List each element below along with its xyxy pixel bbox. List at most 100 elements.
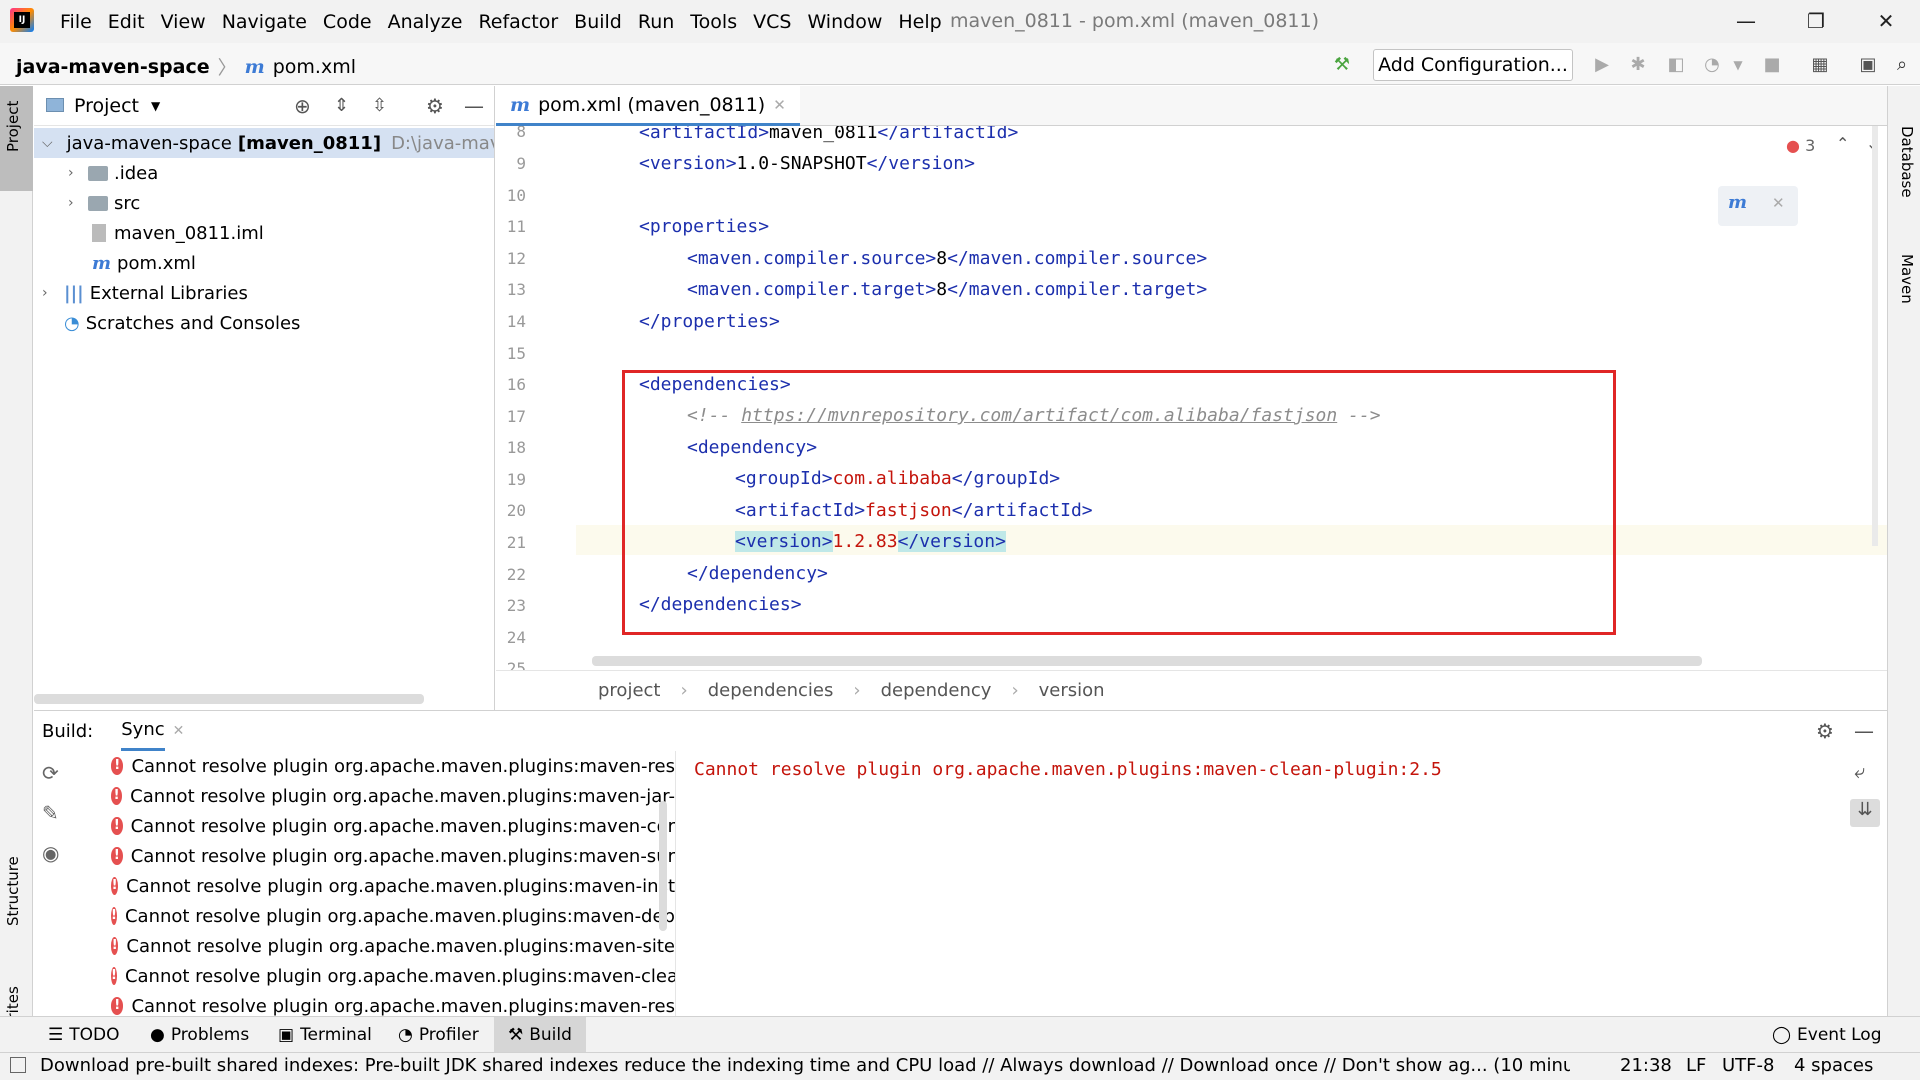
list-item[interactable]: ! Cannot resolve plugin org.apache.maven.…: [76, 991, 675, 1017]
event-log-button[interactable]: ◯ Event Log: [1772, 1017, 1882, 1053]
file-encoding[interactable]: UTF-8: [1722, 1055, 1774, 1076]
eye-icon[interactable]: ◉: [42, 841, 59, 865]
tree-item-external-libraries[interactable]: › ||| External Libraries: [34, 278, 494, 308]
status-message[interactable]: Download pre-built shared indexes: Pre-b…: [40, 1055, 1570, 1076]
build-hammer-icon[interactable]: ⚒: [1330, 53, 1354, 77]
list-scrollbar[interactable]: [659, 801, 667, 931]
menu-refactor[interactable]: Refactor: [470, 11, 566, 33]
tree-item-idea[interactable]: › .idea: [34, 158, 494, 188]
prev-error-icon[interactable]: ⌃: [1836, 134, 1849, 153]
build-error-list[interactable]: ! Cannot resolve plugin org.apache.maven.…: [76, 751, 676, 1017]
chevron-down-icon[interactable]: ⌵: [42, 135, 53, 151]
minimize-button[interactable]: —: [1726, 6, 1766, 36]
sync-icon[interactable]: ⟳: [42, 761, 59, 785]
structure-tool-tab[interactable]: Structure: [4, 856, 22, 926]
menu-tools[interactable]: Tools: [682, 11, 745, 33]
tree-item-iml[interactable]: maven_0811.iml: [34, 218, 494, 248]
list-item[interactable]: ! Cannot resolve plugin org.apache.maven.…: [76, 751, 675, 781]
list-item[interactable]: ! Cannot resolve plugin org.apache.maven.…: [76, 871, 675, 901]
code-line-9: <version>1.0-SNAPSHOT</version>: [639, 153, 975, 174]
list-item[interactable]: ! Cannot resolve plugin org.apache.maven.…: [76, 781, 675, 811]
menu-run[interactable]: Run: [630, 11, 682, 33]
todo-tool-button[interactable]: ☰ TODO: [48, 1017, 120, 1053]
menu-view[interactable]: View: [153, 11, 214, 33]
problems-tool-button[interactable]: ● Problems: [150, 1017, 249, 1053]
debug-icon[interactable]: ✱: [1626, 53, 1650, 77]
folder-icon: [88, 195, 108, 211]
line-separator[interactable]: LF: [1686, 1055, 1706, 1076]
profile-icon[interactable]: ◔: [1700, 53, 1724, 77]
build-tool-button[interactable]: ⚒ Build: [494, 1017, 586, 1053]
caret-position[interactable]: 21:38: [1620, 1055, 1672, 1076]
list-item[interactable]: ! Cannot resolve plugin org.apache.maven.…: [76, 931, 675, 961]
horizontal-scrollbar[interactable]: [34, 694, 424, 704]
profiler-tool-button[interactable]: ◔ Profiler: [398, 1017, 479, 1053]
project-view-dropdown-icon[interactable]: ▼: [151, 99, 160, 113]
collapse-all-icon[interactable]: ⇳: [372, 95, 387, 116]
menu-help[interactable]: Help: [890, 11, 949, 33]
list-item[interactable]: ! Cannot resolve plugin org.apache.maven.…: [76, 841, 675, 871]
pin-icon[interactable]: ✎: [42, 801, 59, 825]
menu-vcs[interactable]: VCS: [745, 11, 799, 33]
chevron-right-icon[interactable]: ›: [68, 195, 84, 211]
tree-item-root[interactable]: ⌵ java-maven-space [maven_0811] D:\java-…: [34, 128, 494, 158]
hide-panel-icon[interactable]: —: [464, 94, 484, 118]
status-toggle-icon[interactable]: [10, 1057, 26, 1073]
tree-item-pom[interactable]: m pom.xml: [34, 248, 494, 278]
tree-item-src[interactable]: › src: [34, 188, 494, 218]
terminal-tool-button[interactable]: ▣ Terminal: [278, 1017, 372, 1053]
scroll-to-end-icon[interactable]: ⇊: [1850, 799, 1880, 827]
menu-build[interactable]: Build: [566, 11, 630, 33]
crumb-dependencies[interactable]: dependencies: [708, 680, 834, 701]
tree-item-scratches[interactable]: ◔ Scratches and Consoles: [34, 308, 494, 338]
expand-all-icon[interactable]: ⇕: [334, 95, 349, 116]
code-line-14: </properties>: [639, 311, 780, 332]
tab-pom-xml[interactable]: m pom.xml (maven_0811) ✕: [496, 86, 800, 126]
run-icon[interactable]: ▶: [1590, 53, 1614, 77]
stop-icon[interactable]: ■: [1760, 53, 1784, 77]
coverage-icon[interactable]: ◧: [1664, 53, 1688, 77]
vertical-scrollbar[interactable]: [1872, 126, 1878, 546]
project-structure-icon[interactable]: ▦: [1808, 53, 1832, 77]
run-dropdown-icon[interactable]: ▼: [1726, 53, 1750, 77]
crumb-dependency[interactable]: dependency: [881, 680, 992, 701]
tab-sync[interactable]: Sync: [121, 711, 165, 751]
crumb-version[interactable]: version: [1039, 680, 1105, 701]
close-tab-icon[interactable]: ✕: [173, 723, 185, 739]
menu-analyze[interactable]: Analyze: [380, 11, 471, 33]
menu-edit[interactable]: Edit: [100, 11, 153, 33]
chevron-right-icon[interactable]: ›: [68, 165, 84, 181]
menu-navigate[interactable]: Navigate: [214, 11, 315, 33]
close-tab-icon[interactable]: ✕: [773, 96, 786, 114]
search-icon[interactable]: ⌕: [1890, 53, 1914, 77]
list-item[interactable]: ! Cannot resolve plugin org.apache.maven.…: [76, 961, 675, 991]
maven-tool-tab[interactable]: Maven: [1898, 254, 1916, 304]
run-anything-icon[interactable]: ▣: [1856, 53, 1880, 77]
menu-file[interactable]: File: [52, 11, 100, 33]
editor-horizontal-scrollbar[interactable]: [592, 656, 1702, 666]
menu-code[interactable]: Code: [315, 11, 380, 33]
settings-gear-icon[interactable]: ⚙: [426, 94, 444, 118]
add-configuration-button[interactable]: Add Configuration...: [1373, 49, 1573, 81]
close-popup-icon[interactable]: ✕: [1772, 194, 1785, 212]
maven-reload-icon[interactable]: m: [1728, 192, 1747, 213]
settings-gear-icon[interactable]: ⚙: [1816, 719, 1834, 743]
menu-window[interactable]: Window: [799, 11, 890, 33]
hide-panel-icon[interactable]: —: [1854, 719, 1874, 743]
restore-button[interactable]: ❐: [1796, 6, 1836, 36]
breadcrumb-project[interactable]: java-maven-space: [16, 56, 210, 78]
indent-setting[interactable]: 4 spaces: [1794, 1055, 1873, 1076]
project-tool-tab[interactable]: Project: [4, 101, 22, 152]
error-indicator[interactable]: ● 3: [1786, 136, 1815, 155]
list-item[interactable]: ! Cannot resolve plugin org.apache.maven.…: [76, 811, 675, 841]
list-item[interactable]: ! Cannot resolve plugin org.apache.maven.…: [76, 901, 675, 931]
chevron-right-icon[interactable]: ›: [42, 285, 58, 301]
locate-icon[interactable]: ⊕: [294, 94, 311, 118]
code-editor[interactable]: 8 9 10 11 12 13 14 15 16 17 18 19 20 21 …: [496, 126, 1887, 670]
database-tool-tab[interactable]: Database: [1898, 126, 1916, 198]
soft-wrap-icon[interactable]: ⤶: [1854, 759, 1865, 783]
crumb-project[interactable]: project: [598, 680, 660, 701]
project-panel-title[interactable]: Project: [74, 95, 139, 117]
breadcrumb-file[interactable]: pom.xml: [273, 56, 356, 78]
close-window-button[interactable]: ✕: [1866, 6, 1906, 36]
